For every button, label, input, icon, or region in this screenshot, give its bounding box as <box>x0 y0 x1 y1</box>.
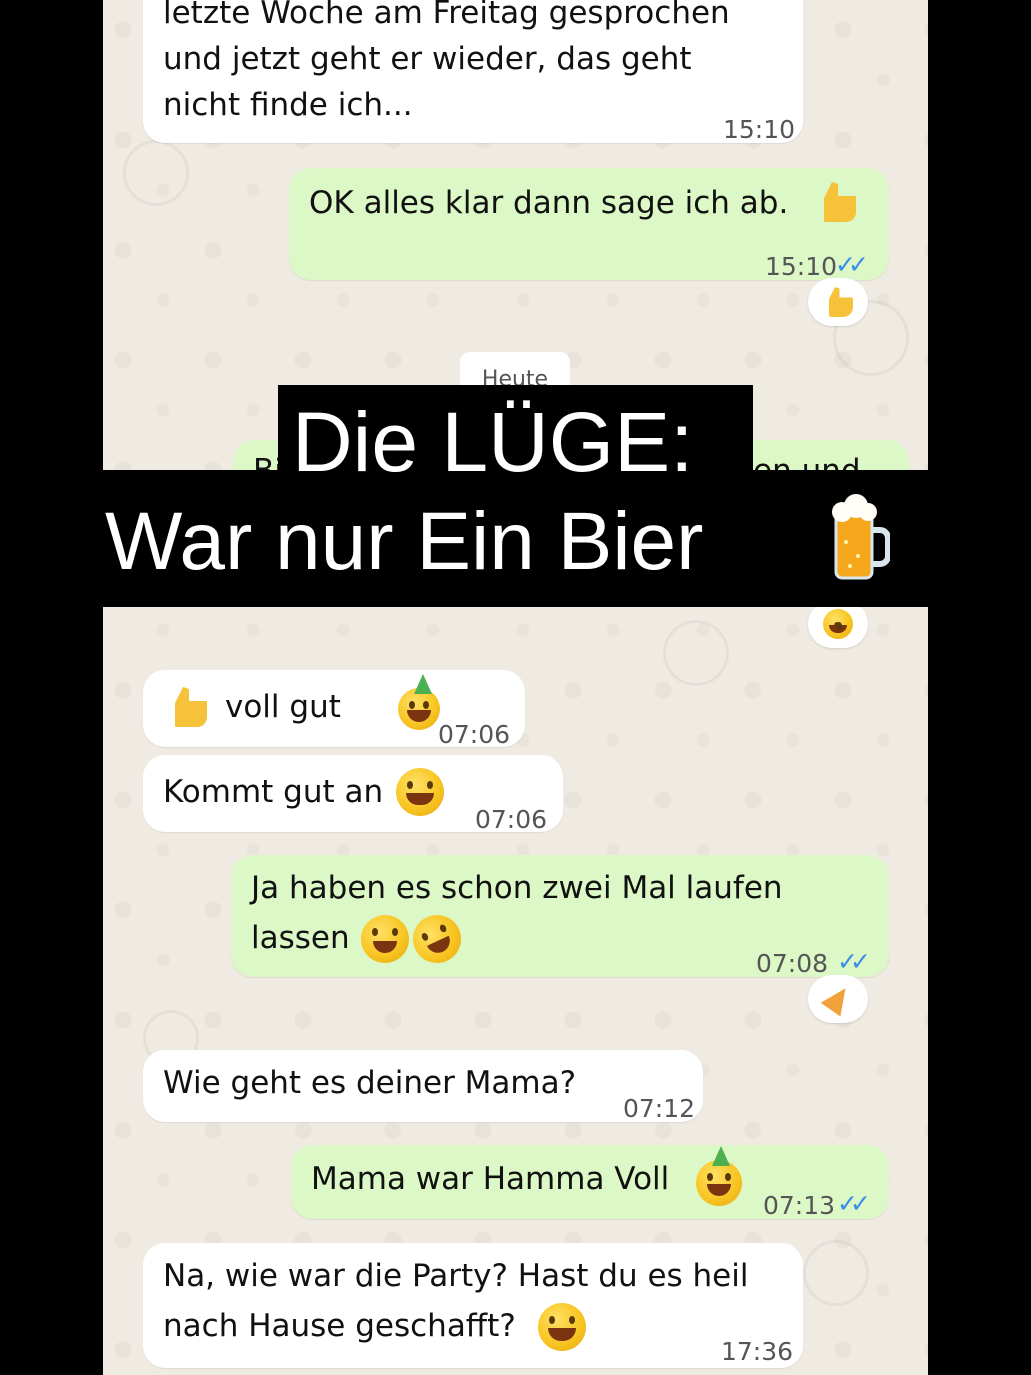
message-incoming[interactable]: letzte Woche am Freitag gesprochen und j… <box>143 0 803 144</box>
message-text: nicht finde ich... <box>163 87 413 123</box>
reaction-badge[interactable] <box>808 600 868 648</box>
party-face-icon <box>696 1146 742 1206</box>
message-text: Wie geht es deiner Mama? <box>163 1065 577 1101</box>
party-face-icon <box>398 674 440 730</box>
message-text: lassen <box>251 920 350 956</box>
message-incoming[interactable]: voll gut 07:06 <box>143 670 525 749</box>
message-text: und jetzt geht er wieder, das geht <box>163 41 692 77</box>
message-outgoing[interactable]: Ja haben es schon zwei Mal laufen lassen… <box>231 855 889 978</box>
grinning-face-icon <box>396 768 444 816</box>
message-text: voll gut <box>225 689 341 725</box>
message-text: nach Hause geschafft? <box>163 1308 516 1344</box>
caption-subtitle: War nur Ein Bier <box>105 496 704 587</box>
message-time: 07:06 <box>438 720 511 749</box>
message-incoming[interactable]: Na, wie war die Party? Hast du es heil n… <box>143 1243 803 1368</box>
wallpaper-doodle <box>123 140 189 206</box>
party-popper-icon <box>820 981 856 1017</box>
message-text: Ja haben es schon zwei Mal laufen <box>251 870 783 906</box>
message-text: Na, wie war die Party? Hast du es heil <box>163 1258 749 1294</box>
message-text: Kommt gut an <box>163 774 384 810</box>
wallpaper-doodle <box>663 620 729 686</box>
wallpaper-doodle <box>803 1240 869 1306</box>
reaction-badge[interactable] <box>808 975 868 1023</box>
message-incoming[interactable]: Wie geht es deiner Mama? 07:12 <box>143 1050 703 1123</box>
thumbs-up-icon <box>829 287 853 317</box>
message-time: 07:12 <box>623 1094 696 1123</box>
message-incoming[interactable]: Kommt gut an 07:06 <box>143 755 563 834</box>
message-time: 07:13 <box>763 1191 836 1220</box>
rolling-laughing-face-icon <box>405 907 469 971</box>
message-time: 15:10 <box>723 115 796 144</box>
laughing-face-icon <box>823 609 853 639</box>
caption-title: Die LÜGE: <box>292 395 694 489</box>
message-outgoing[interactable]: Mama war Hamma Voll 07:13 ✓✓ <box>291 1145 889 1220</box>
thumbs-up-icon <box>175 687 207 727</box>
double-check-icon: ✓✓ <box>837 1189 871 1218</box>
thumbs-up-icon <box>824 182 856 222</box>
party-face-icon <box>361 915 409 963</box>
reaction-badge[interactable] <box>808 278 868 326</box>
chat-background: letzte Woche am Freitag gesprochen und j… <box>103 0 928 1375</box>
message-text: letzte Woche am Freitag gesprochen <box>163 0 730 31</box>
message-time: 07:06 <box>475 805 548 834</box>
message-time: 17:36 <box>721 1337 794 1366</box>
message-text: OK alles klar dann sage ich ab. <box>309 185 789 221</box>
message-text: Mama war Hamma Voll <box>311 1161 670 1197</box>
grinning-face-icon <box>538 1303 586 1351</box>
message-outgoing[interactable]: OK alles klar dann sage ich ab. 15:10 ✓✓ <box>289 168 889 281</box>
beer-mug-icon <box>832 494 890 580</box>
